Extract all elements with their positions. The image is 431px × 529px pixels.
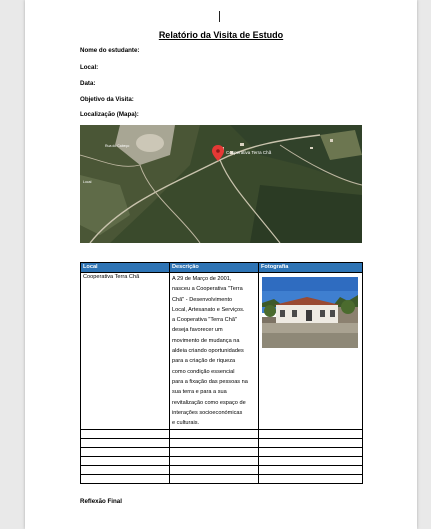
satellite-map-graphic: Cooperativa Terra Chã Rua do Cabeço Loca… xyxy=(80,125,362,243)
table-row xyxy=(80,456,363,467)
empty-cell xyxy=(80,447,170,458)
cell-description: A 29 de Março de 2001, nasceu a Cooperat… xyxy=(169,271,259,431)
empty-cell xyxy=(169,447,259,458)
description-line: A 29 de Março de 2001, xyxy=(172,276,232,282)
description-line: para a fixação das pessoas na xyxy=(172,378,248,385)
description-line: deseja favorecer um xyxy=(172,327,223,334)
empty-cell xyxy=(169,465,259,476)
table-row xyxy=(80,429,363,440)
cell-local: Cooperativa Terra Chã xyxy=(80,271,170,431)
header-description: Descrição xyxy=(169,262,259,273)
empty-cell xyxy=(169,456,259,467)
table-row: Cooperativa Terra Chã A 29 de Março de 2… xyxy=(80,271,363,431)
table-row xyxy=(80,465,363,476)
description-line: nasceu a Cooperativa "Terra xyxy=(172,286,243,293)
header-local: Local xyxy=(80,262,170,273)
empty-cell xyxy=(80,456,170,467)
description-line: interações socioeconómicas xyxy=(172,409,243,416)
empty-cell xyxy=(80,429,170,440)
empty-cell xyxy=(258,447,363,458)
table-header-row: Local Descrição Fotografia xyxy=(80,262,363,273)
description-line: como condição essencial xyxy=(172,368,235,375)
empty-cell xyxy=(80,465,170,476)
empty-cell xyxy=(258,465,363,476)
description-line: Local, Artesanato e Serviços. xyxy=(172,306,245,313)
field-location-map: Localização (Mapa): xyxy=(80,111,139,118)
satellite-map-image: Cooperativa Terra Chã Rua do Cabeço Loca… xyxy=(80,125,362,243)
description-line: sua terra e para a sua xyxy=(172,389,227,396)
description-line: e culturais. xyxy=(172,420,200,427)
table-row xyxy=(80,438,363,449)
document-page: Relatório da Visita de Estudo Nome do es… xyxy=(25,0,417,529)
cell-photo xyxy=(258,271,363,431)
building-photo-graphic xyxy=(262,277,358,348)
map-road-label-2: Local xyxy=(83,180,92,184)
building-photo xyxy=(262,277,358,348)
empty-cell xyxy=(258,456,363,467)
empty-cell xyxy=(80,438,170,449)
table-row xyxy=(80,447,363,458)
description-line: revitalização como espaço de xyxy=(172,399,246,406)
field-visit-objective: Objetivo da Visita: xyxy=(80,96,134,103)
final-reflection-heading: Reflexão Final xyxy=(80,498,122,505)
map-pin-label: Cooperativa Terra Chã xyxy=(226,150,272,155)
empty-cell xyxy=(258,438,363,449)
description-line: para a criação de riqueza xyxy=(172,358,236,365)
empty-cell xyxy=(258,474,363,485)
description-line: a Cooperativa "Terra Chã" xyxy=(172,317,237,324)
empty-cell xyxy=(169,474,259,485)
empty-cell xyxy=(258,429,363,440)
document-title: Relatório da Visita de Estudo xyxy=(158,30,284,40)
text-cursor xyxy=(219,11,220,22)
field-location: Local: xyxy=(80,64,99,71)
field-date: Data: xyxy=(80,80,96,87)
empty-cell xyxy=(169,438,259,449)
description-line: movimento de mudança na xyxy=(172,337,240,344)
header-photo: Fotografia xyxy=(258,262,363,273)
description-line: Chã" - Desenvolvimento xyxy=(172,296,233,303)
map-road-label: Rua do Cabeço xyxy=(105,144,129,148)
field-student-name: Nome do estudante: xyxy=(80,47,140,54)
empty-cell xyxy=(169,429,259,440)
report-table: Local Descrição Fotografia Cooperativa T… xyxy=(80,262,363,485)
table-row xyxy=(80,474,363,485)
description-line: aldeia criando oportunidades xyxy=(172,348,244,355)
empty-cell xyxy=(80,474,170,485)
